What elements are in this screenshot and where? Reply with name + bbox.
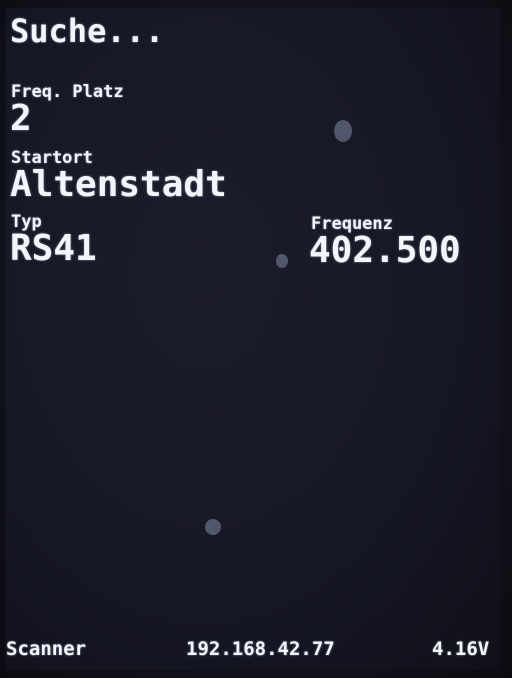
status-title: Suche...	[10, 12, 165, 50]
dust-speck	[276, 254, 288, 268]
dust-speck	[334, 120, 352, 142]
freq-slot-value: 2	[10, 98, 32, 139]
mode-indicator: Scanner	[6, 638, 87, 660]
ip-address: 192.168.42.77	[186, 638, 335, 660]
display-screen	[6, 8, 500, 670]
battery-voltage: 4.16V	[432, 638, 490, 660]
frequency-value: 402.500	[309, 230, 461, 271]
dust-speck	[205, 519, 221, 535]
start-site-value: Altenstadt	[10, 164, 227, 205]
type-value: RS41	[10, 228, 97, 269]
